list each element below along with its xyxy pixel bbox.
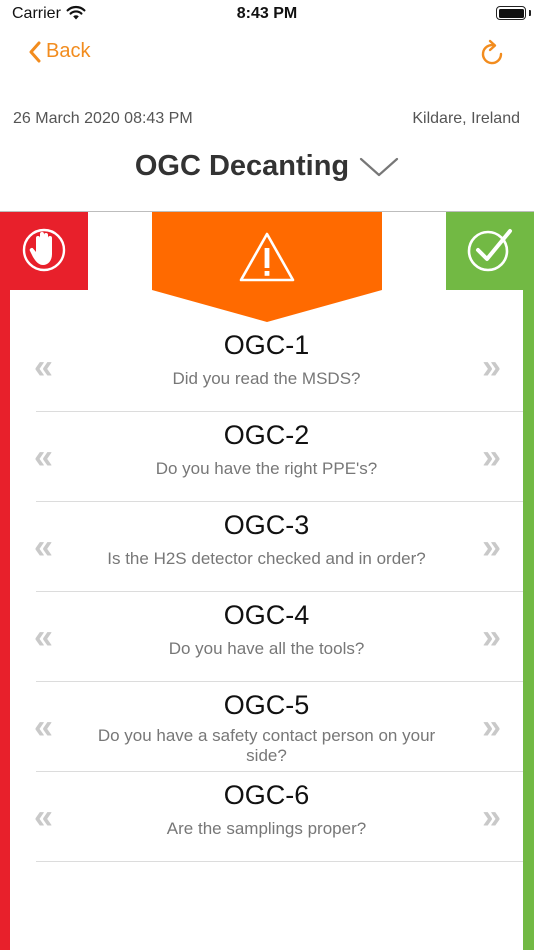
- chevron-double-right-icon[interactable]: »: [482, 620, 501, 654]
- title-row: OGC Decanting: [0, 150, 534, 183]
- list-item: « OGC-1 Did you read the MSDS? »: [34, 322, 523, 412]
- item-code: OGC-6: [223, 780, 310, 810]
- item-question: Do you have the right PPE's?: [155, 459, 378, 478]
- chevron-down-icon[interactable]: [359, 155, 399, 179]
- warning-banner: [152, 212, 382, 322]
- status-time: 8:43 PM: [236, 5, 298, 22]
- status-bar: Carrier 8:43 PM: [0, 0, 534, 30]
- list-item: « OGC-4 Do you have all the tools? »: [34, 592, 523, 682]
- page-title: OGC Decanting: [134, 150, 350, 182]
- item-code: OGC-4: [223, 600, 310, 630]
- reject-button[interactable]: [0, 212, 88, 290]
- check-circle-icon: [466, 225, 514, 278]
- list-item: « OGC-3 Is the H2S detector checked and …: [34, 502, 523, 592]
- list-item: « OGC-2 Do you have the right PPE's? »: [34, 412, 523, 502]
- chevron-double-right-icon[interactable]: »: [482, 530, 501, 564]
- refresh-icon[interactable]: [476, 38, 508, 75]
- item-question: Are the samplings proper?: [166, 819, 367, 838]
- chevron-left-icon: [28, 41, 42, 63]
- item-question: Do you have a safety contact person on y…: [97, 726, 436, 765]
- battery-tip: [529, 10, 531, 16]
- item-question: Did you read the MSDS?: [172, 369, 361, 388]
- reject-strip: [0, 212, 10, 950]
- warning-icon: [237, 230, 297, 289]
- checklist: « OGC-1 Did you read the MSDS? » « OGC-2…: [10, 322, 523, 862]
- chevron-double-right-icon[interactable]: »: [482, 710, 501, 744]
- item-code: OGC-2: [223, 420, 310, 450]
- back-button[interactable]: Back: [28, 40, 90, 63]
- accept-button[interactable]: [446, 212, 534, 290]
- list-item: « OGC-5 Do you have a safety contact per…: [34, 682, 523, 772]
- item-code: OGC-5: [223, 690, 310, 720]
- chevron-double-right-icon[interactable]: »: [482, 800, 501, 834]
- item-question: Do you have all the tools?: [168, 639, 365, 658]
- item-question: Is the H2S detector checked and in order…: [107, 549, 426, 568]
- item-code: OGC-3: [223, 510, 310, 540]
- item-code: OGC-1: [223, 330, 310, 360]
- list-item: « OGC-6 Are the samplings proper? »: [34, 772, 523, 862]
- record-location: Kildare, Ireland: [412, 110, 520, 127]
- stop-hand-icon: [21, 224, 67, 279]
- record-date: 26 March 2020 08:43 PM: [13, 110, 193, 127]
- chevron-double-right-icon[interactable]: »: [482, 350, 501, 384]
- chevron-double-right-icon[interactable]: »: [482, 440, 501, 474]
- back-label: Back: [46, 40, 91, 62]
- accept-strip: [523, 212, 534, 950]
- battery-icon: [496, 6, 526, 20]
